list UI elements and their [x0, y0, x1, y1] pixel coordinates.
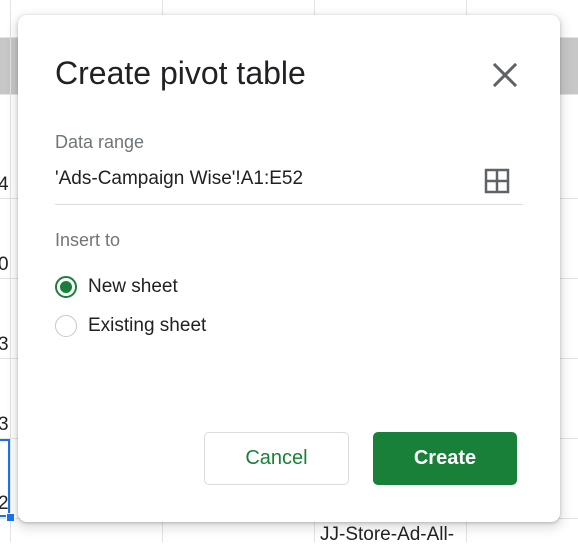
fill-handle[interactable]	[6, 513, 15, 522]
cancel-button[interactable]: Cancel	[204, 432, 349, 485]
grid-line	[10, 0, 11, 542]
cell-text[interactable]: JJ-Store-Ad-All-	[320, 524, 454, 546]
insert-to-label: Insert to	[55, 230, 121, 250]
row-number: 3	[0, 334, 9, 355]
create-button[interactable]: Create	[373, 432, 517, 485]
data-range-underline	[55, 204, 523, 205]
radio-new-sheet[interactable]: New sheet	[55, 273, 178, 301]
row-number: 4	[0, 174, 9, 195]
data-range-input[interactable]: 'Ads-Campaign Wise'!A1:E52	[55, 168, 303, 190]
data-range-label: Data range	[55, 132, 145, 152]
selected-cell[interactable]	[0, 439, 10, 517]
close-icon[interactable]	[488, 58, 522, 92]
dialog-title: Create pivot table	[55, 55, 306, 91]
radio-label: New sheet	[88, 276, 178, 297]
grid-icon[interactable]	[484, 168, 510, 194]
row-number: 0	[0, 254, 9, 275]
create-pivot-table-dialog: Create pivot table Data range 'Ads-Campa…	[18, 15, 560, 522]
row-number: 3	[0, 414, 9, 435]
radio-existing-sheet[interactable]: Existing sheet	[55, 312, 206, 340]
radio-checked-icon[interactable]	[55, 276, 77, 298]
radio-unchecked-icon[interactable]	[55, 315, 77, 337]
radio-label: Existing sheet	[88, 315, 207, 336]
